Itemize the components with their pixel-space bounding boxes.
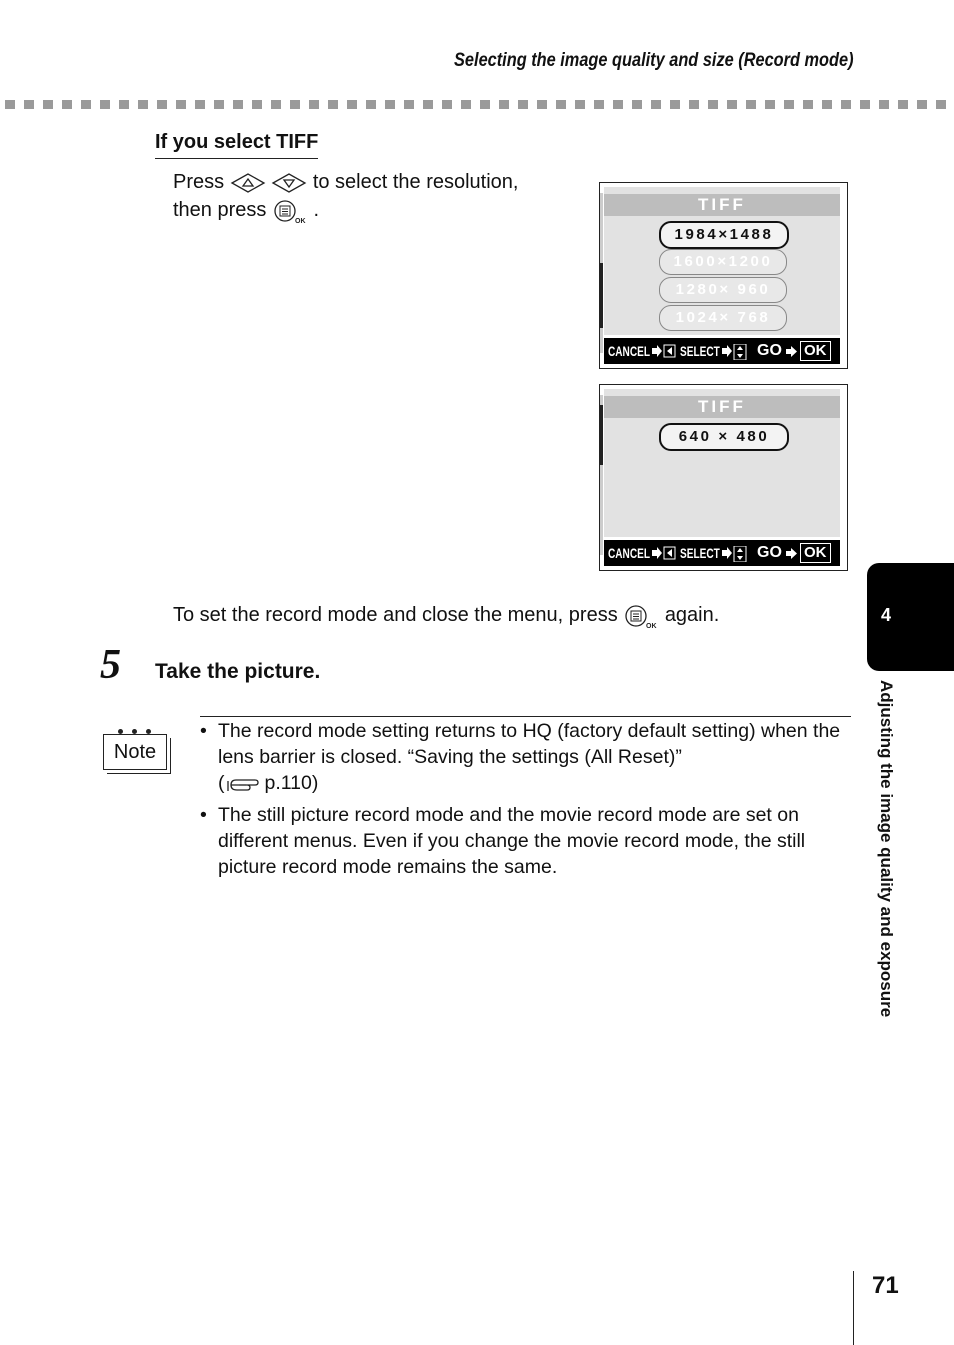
down-arrow-button-icon [271, 172, 307, 193]
note-bullet-text: The record mode setting returns to HQ (f… [218, 720, 841, 768]
note-label: Note [113, 741, 157, 763]
camera-screen-resolution-list: TIFF 1984×1488 1600×1200 1280× 960 1024×… [599, 182, 848, 369]
select-updown-button-icon [722, 344, 747, 360]
resolution-option[interactable]: 1280× 960 [659, 277, 787, 303]
resolution-option[interactable]: 1024× 768 [659, 305, 787, 331]
note-icon: Note [103, 729, 167, 770]
page-number-rule [853, 1271, 854, 1345]
step-number: 5 [100, 642, 121, 688]
note-ring [132, 729, 137, 734]
end-period: . [313, 199, 320, 221]
go-label: GO [757, 544, 782, 561]
scrollbar [600, 193, 603, 353]
screen-title: TIFF [604, 194, 840, 216]
chapter-label: Adjusting the image quality and exposure [877, 680, 896, 1018]
scrollbar [600, 395, 603, 555]
chapter-number: 4 [881, 605, 892, 625]
instruction-line-1: Press to select the resolution, [173, 168, 519, 196]
camera-screen-single-resolution: TIFF 640 × 480 CANCEL SELECT GO OK [599, 384, 848, 571]
chapter-tab: 4 [867, 563, 954, 671]
instruction-text: to select the resolution, [312, 171, 519, 193]
note-bullet-text: The still picture record mode and the mo… [218, 804, 806, 878]
resolution-option[interactable]: 1600×1200 [659, 249, 787, 275]
cancel-left-button-icon [652, 344, 676, 358]
cancel-label: CANCEL [608, 545, 651, 561]
resolution-option-selected[interactable]: 640 × 480 [659, 423, 789, 451]
note-bullet: The record mode setting returns to HQ (f… [200, 718, 852, 796]
screen-control-bar: CANCEL SELECT GO OK [604, 540, 840, 566]
resolution-option-selected[interactable]: 1984×1488 [659, 221, 789, 249]
screen-title: TIFF [604, 396, 840, 418]
again-text: again. [664, 604, 720, 626]
screen-menu-area: TIFF 1984×1488 1600×1200 1280× 960 1024×… [604, 187, 840, 335]
scrollbar-thumb [600, 405, 603, 465]
ok-button[interactable]: OK [800, 543, 831, 563]
dotted-divider [5, 100, 949, 109]
running-header: Selecting the image quality and size (Re… [454, 50, 854, 71]
ok-menu-button-icon: OK [274, 200, 306, 224]
ref-page[interactable]: p.110) [265, 772, 319, 794]
cancel-label: CANCEL [608, 343, 651, 359]
go-arrow-icon [786, 346, 797, 357]
screen-control-bar: CANCEL SELECT GO OK [604, 338, 840, 364]
note-ring [118, 729, 123, 734]
step-text: Take the picture. [155, 660, 321, 683]
select-updown-button-icon [722, 546, 747, 562]
go-label: GO [757, 342, 782, 359]
select-label: SELECT [680, 545, 720, 561]
svg-text:OK: OK [295, 218, 306, 224]
up-arrow-button-icon [230, 172, 266, 193]
close-instruction-text: To set the record mode and close the men… [173, 604, 618, 626]
screen-menu-area: TIFF 640 × 480 [604, 389, 840, 537]
then-press-text: then press [173, 199, 267, 221]
note-ring [146, 729, 151, 734]
instruction-line-2: then press OK . [173, 196, 319, 224]
press-word: Press [173, 171, 225, 193]
cancel-left-button-icon [652, 546, 676, 560]
ok-button[interactable]: OK [800, 341, 831, 361]
go-arrow-icon [786, 548, 797, 559]
scrollbar-thumb [600, 263, 603, 328]
close-menu-instruction: To set the record mode and close the men… [173, 601, 719, 629]
page-reference-icon [226, 779, 259, 791]
page-number: 71 [872, 1272, 899, 1299]
note-bullet: The still picture record mode and the mo… [200, 802, 852, 880]
select-label: SELECT [680, 343, 720, 359]
svg-text:OK: OK [646, 623, 657, 629]
section-heading: If you select TIFF [155, 131, 319, 159]
note-bullets: The record mode setting returns to HQ (f… [200, 716, 852, 880]
ok-menu-button-icon: OK [625, 605, 657, 629]
